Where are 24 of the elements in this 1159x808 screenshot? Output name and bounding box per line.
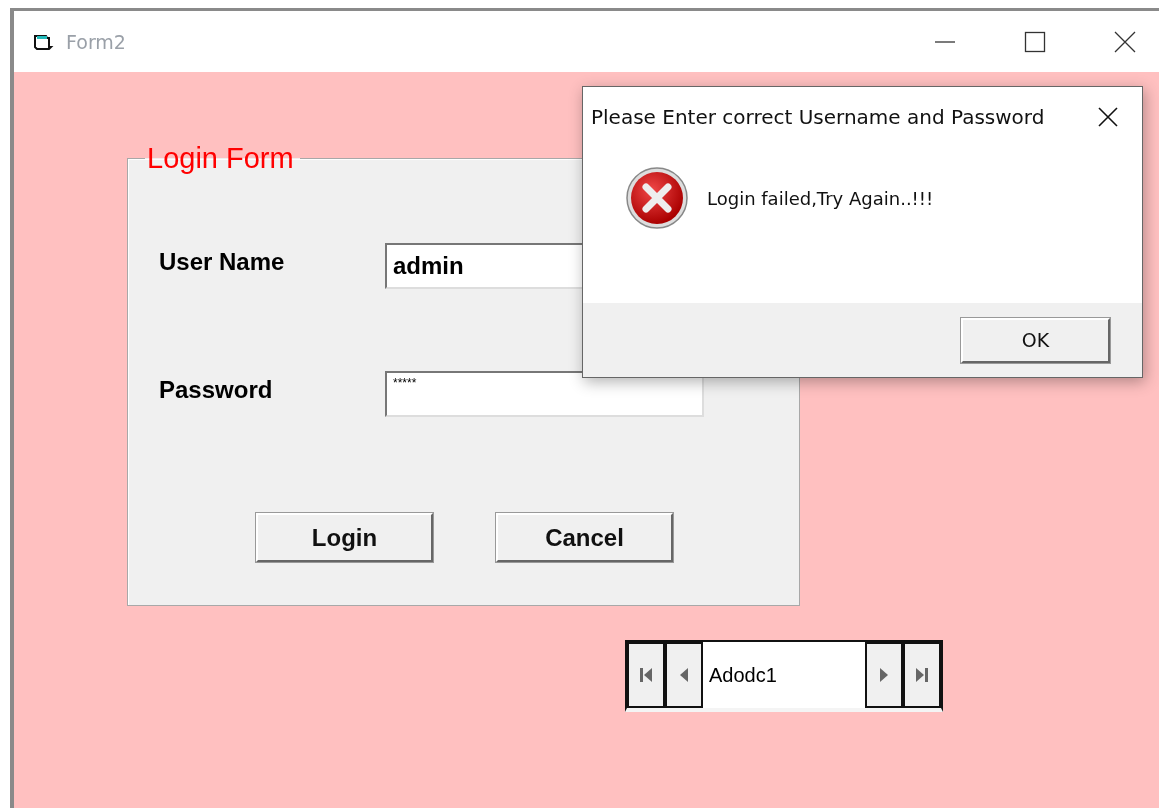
maximize-icon[interactable] xyxy=(1023,29,1047,54)
dialog-title: Please Enter correct Username and Password xyxy=(591,105,1045,129)
data-control-caption: Adodc1 xyxy=(708,662,778,688)
first-record-button[interactable] xyxy=(627,642,665,708)
field-label: User Name xyxy=(159,248,286,276)
next-record-button[interactable] xyxy=(865,642,903,708)
right-arrow-icon xyxy=(879,666,889,684)
last-record-button[interactable] xyxy=(903,642,941,708)
previous-record-button[interactable] xyxy=(665,642,703,708)
login-button[interactable]: Login xyxy=(256,513,433,562)
close-icon[interactable] xyxy=(1113,29,1137,54)
input-field[interactable]: ***** xyxy=(385,371,704,417)
last-icon xyxy=(915,666,929,684)
first-icon xyxy=(639,666,653,684)
form-icon xyxy=(32,32,54,51)
dialog-message: Login failed,Try Again..!!! xyxy=(707,187,934,209)
error-icon xyxy=(625,166,689,230)
close-icon[interactable] xyxy=(1098,107,1118,127)
group-title: Login Form xyxy=(146,142,295,175)
field-label: Password xyxy=(159,376,274,404)
ok-button[interactable]: OK xyxy=(961,317,1110,363)
left-arrow-icon xyxy=(679,666,689,684)
cancel-button[interactable]: Cancel xyxy=(496,513,673,562)
window-title: Form2 xyxy=(66,30,126,53)
